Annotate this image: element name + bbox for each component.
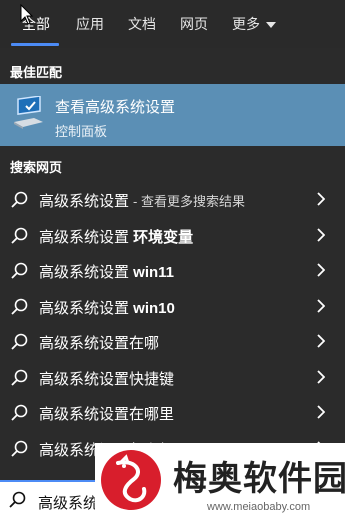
chevron-right-icon <box>317 298 325 313</box>
result-text: 高级系统设置在哪里 <box>39 403 174 424</box>
search-icon <box>11 404 28 421</box>
search-icon <box>9 491 26 508</box>
tab-more-label: 更多 <box>232 16 260 32</box>
search-icon <box>11 262 28 279</box>
result-query: 高级系统设置 <box>39 193 130 210</box>
web-search-result[interactable]: 高级系统设置 - 查看更多搜索结果 <box>0 181 345 217</box>
tab-apps[interactable]: 应用 <box>76 14 104 34</box>
result-text: 高级系统设置在哪 <box>39 332 159 353</box>
dragon-logo-icon <box>101 450 161 510</box>
mouse-pointer-icon <box>20 4 34 25</box>
tab-web[interactable]: 网页 <box>180 14 208 34</box>
search-input[interactable]: 高级系统 <box>38 492 98 513</box>
filter-tabs: 全部 应用 文档 网页 更多 <box>0 0 345 48</box>
web-search-result[interactable]: 高级系统设置在哪里 <box>0 394 345 430</box>
result-query-bold: win11 <box>133 264 175 281</box>
result-text: 高级系统设置 win11 <box>39 261 174 282</box>
laptop-settings-icon <box>14 96 43 129</box>
tab-more[interactable]: 更多 <box>232 14 276 34</box>
web-search-result[interactable]: 高级系统设置在哪 <box>0 323 345 359</box>
web-search-result[interactable]: 高级系统设置 win10 <box>0 288 345 324</box>
search-icon <box>11 333 28 350</box>
watermark-title: 梅奥软件园 <box>173 460 345 498</box>
best-match-subtitle: 控制面板 <box>55 124 108 139</box>
web-search-result[interactable]: 高级系统设置快捷键 <box>0 359 345 395</box>
active-tab-indicator <box>11 43 59 46</box>
chevron-right-icon <box>317 227 325 242</box>
chevron-down-icon <box>266 22 276 29</box>
chevron-right-icon <box>317 405 325 419</box>
best-match-heading: 最佳匹配 <box>10 65 63 80</box>
search-icon <box>11 369 28 386</box>
result-text: 高级系统设置快捷键 <box>39 368 174 389</box>
watermark: 梅奥软件园 www.meiaobaby.com <box>95 443 345 518</box>
search-icon <box>11 298 28 315</box>
result-query: 高级系统设置在哪里 <box>39 406 175 423</box>
best-match-title: 查看高级系统设置 <box>55 99 176 116</box>
web-search-heading: 搜索网页 <box>10 160 63 175</box>
chevron-right-icon <box>317 192 325 206</box>
web-search-result[interactable]: 高级系统设置 win11 <box>0 252 345 288</box>
chevron-right-icon <box>317 263 325 277</box>
result-query: 高级系统设置在哪 <box>39 335 160 352</box>
search-icon <box>11 227 28 244</box>
result-query: 高级系统设置 <box>39 228 134 246</box>
result-text: 高级系统设置 win10 <box>39 297 175 318</box>
result-suffix: - 查看更多搜索结果 <box>133 194 245 209</box>
search-icon <box>11 191 28 208</box>
chevron-right-icon <box>317 334 325 348</box>
chevron-right-icon <box>317 369 325 384</box>
tab-documents[interactable]: 文档 <box>128 14 156 34</box>
result-text: 高级系统设置 环境变量 <box>39 226 193 247</box>
result-query-bold: win10 <box>133 299 175 317</box>
watermark-url: www.meiaobaby.com <box>207 501 311 513</box>
best-match-result[interactable]: 查看高级系统设置 控制面板 <box>0 84 345 146</box>
result-query: 高级系统设置 <box>39 299 134 317</box>
web-search-result[interactable]: 高级系统设置 环境变量 <box>0 217 345 253</box>
result-query-bold: 环境变量 <box>133 228 194 246</box>
result-query: 高级系统设置快捷键 <box>39 370 175 388</box>
result-query: 高级系统设置 <box>39 264 134 281</box>
result-text: 高级系统设置 - 查看更多搜索结果 <box>39 190 245 211</box>
search-icon <box>11 440 28 457</box>
